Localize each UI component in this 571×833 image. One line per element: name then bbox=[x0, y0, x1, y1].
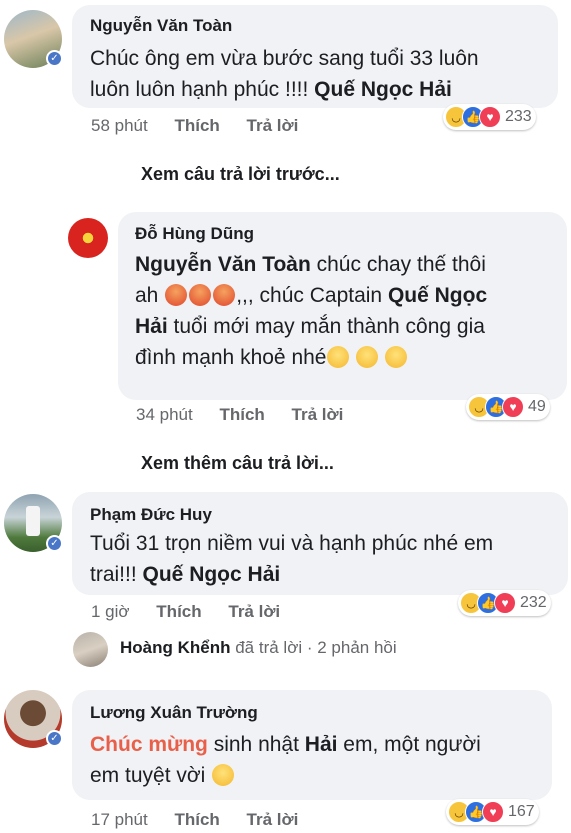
comment-meta: 17 phút Thích Trả lời bbox=[91, 810, 298, 830]
verified-badge-icon: ✓ bbox=[46, 730, 63, 747]
grin-emoji-icon bbox=[327, 346, 350, 368]
mention-tag[interactable]: Quế Ngọc Hải bbox=[314, 78, 452, 101]
reaction-summary[interactable]: ◡ 👍 ♥ 49 bbox=[466, 394, 550, 420]
verified-badge-icon: ✓ bbox=[46, 50, 63, 67]
grin-emoji-icon bbox=[385, 346, 408, 368]
comment-bubble: Đỗ Hùng Dũng Nguyễn Văn Toàn chúc chay t… bbox=[118, 212, 567, 400]
kiss-emoji-icon bbox=[212, 764, 235, 786]
comment-author[interactable]: Nguyễn Văn Toàn bbox=[90, 16, 232, 36]
reaction-count: 167 bbox=[508, 803, 535, 820]
angry-emoji-icon bbox=[213, 284, 236, 306]
mention-tag[interactable]: Nguyễn Văn Toàn bbox=[135, 253, 311, 276]
love-reaction-icon: ♥ bbox=[482, 801, 504, 823]
comment-author[interactable]: Đỗ Hùng Dũng bbox=[135, 224, 254, 244]
mention-tag[interactable]: Hải bbox=[305, 733, 338, 756]
mention-tag[interactable]: Quế Ngọc Hải bbox=[143, 563, 281, 586]
comment-meta: 58 phút Thích Trả lời bbox=[91, 116, 298, 136]
comment-bubble: Nguyễn Văn Toàn Chúc ông em vừa bước san… bbox=[72, 5, 558, 108]
comment-meta: 1 giờ Thích Trả lời bbox=[91, 602, 280, 622]
like-button[interactable]: Thích bbox=[156, 602, 201, 621]
reply-summary-author[interactable]: Hoàng Khểnh bbox=[120, 638, 231, 657]
love-reaction-icon: ♥ bbox=[494, 592, 516, 614]
reply-button[interactable]: Trả lời bbox=[247, 116, 299, 135]
reaction-count: 232 bbox=[520, 594, 547, 611]
comment-bubble: Phạm Đức Huy Tuổi 31 trọn niềm vui và hạ… bbox=[72, 492, 568, 595]
grin-emoji-icon bbox=[356, 346, 379, 368]
reaction-summary[interactable]: ◡ 👍 ♥ 232 bbox=[458, 590, 551, 616]
love-reaction-icon: ♥ bbox=[502, 396, 524, 418]
comment-time[interactable]: 58 phút bbox=[91, 116, 148, 135]
like-button[interactable]: Thích bbox=[219, 405, 264, 424]
comment-text: Tuổi 31 trọn niềm vui và hạnh phúc nhé e… bbox=[90, 532, 494, 586]
comment-bubble: Lương Xuân Trường Chúc mừng sinh nhật Hả… bbox=[72, 690, 552, 800]
verified-badge-icon: ✓ bbox=[46, 535, 63, 552]
comment-text: Chúc ông em vừa bước sang tuổi 33 luôn l… bbox=[90, 47, 479, 101]
comment-time[interactable]: 17 phút bbox=[91, 810, 148, 829]
reply-summary[interactable]: Hoàng Khểnh đã trả lời · 2 phản hồi bbox=[120, 638, 397, 658]
view-previous-replies[interactable]: Xem câu trả lời trước... bbox=[141, 164, 340, 185]
reaction-count: 49 bbox=[528, 398, 546, 415]
comment-text: Nguyễn Văn Toàn chúc chay thế thôi ah ,,… bbox=[135, 253, 488, 369]
reaction-summary[interactable]: ◡ 👍 ♥ 167 bbox=[446, 799, 539, 825]
reply-button[interactable]: Trả lời bbox=[228, 602, 280, 621]
avatar-khenh[interactable] bbox=[73, 632, 108, 667]
reaction-summary[interactable]: ◡ 👍 ♥ 233 bbox=[443, 104, 536, 130]
comment-text: Chúc mừng sinh nhật Hải em, một người em… bbox=[90, 733, 481, 787]
like-button[interactable]: Thích bbox=[174, 810, 219, 829]
highlight-text: Chúc mừng bbox=[90, 733, 208, 756]
angry-emoji-icon bbox=[165, 284, 188, 306]
comment-time[interactable]: 34 phút bbox=[136, 405, 193, 424]
comment-meta: 34 phút Thích Trả lời bbox=[136, 405, 343, 425]
reply-summary-count[interactable]: 2 phản hồi bbox=[317, 638, 396, 657]
comment-author[interactable]: Lương Xuân Trường bbox=[90, 703, 258, 723]
view-more-replies[interactable]: Xem thêm câu trả lời... bbox=[141, 453, 334, 474]
reply-button[interactable]: Trả lời bbox=[247, 810, 299, 829]
comment-author[interactable]: Phạm Đức Huy bbox=[90, 505, 212, 525]
like-button[interactable]: Thích bbox=[174, 116, 219, 135]
mention-tag[interactable]: Quế Ngọc bbox=[388, 284, 487, 307]
mention-tag[interactable]: Hải bbox=[135, 315, 168, 338]
love-reaction-icon: ♥ bbox=[479, 106, 501, 128]
angry-emoji-icon bbox=[189, 284, 212, 306]
reply-button[interactable]: Trả lời bbox=[292, 405, 344, 424]
comment-time[interactable]: 1 giờ bbox=[91, 602, 130, 621]
reaction-count: 233 bbox=[505, 108, 532, 125]
avatar-dung[interactable] bbox=[68, 218, 108, 258]
